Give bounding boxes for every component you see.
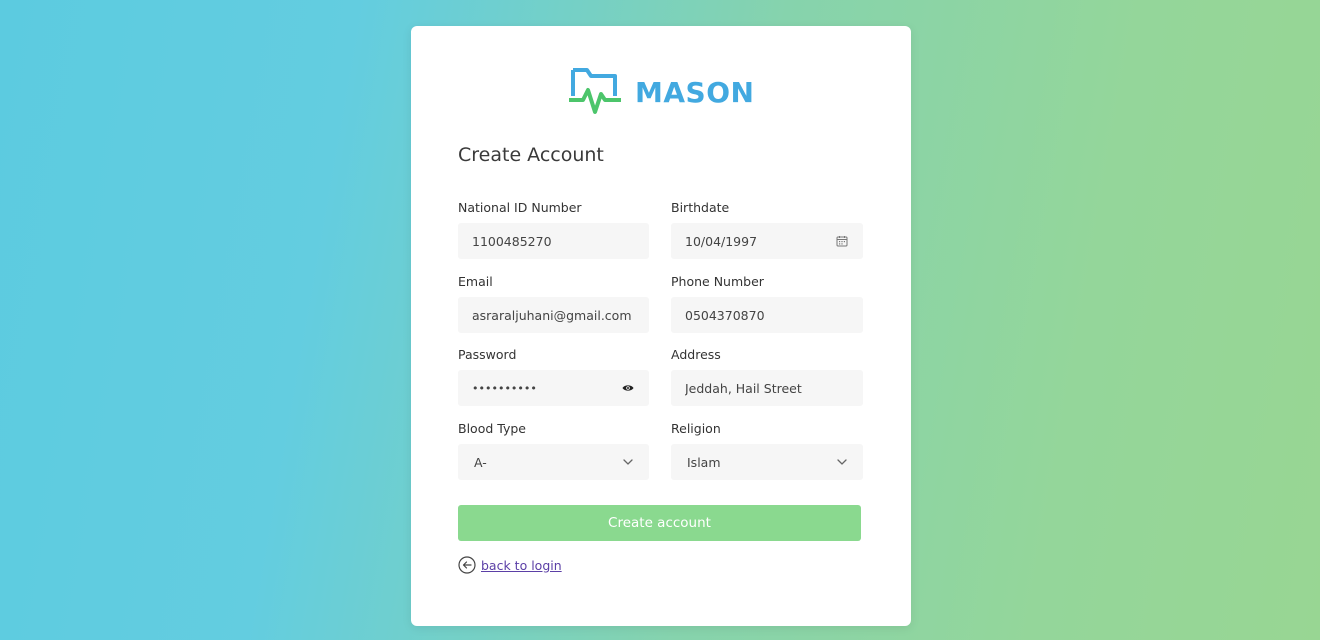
password-value: ••••••••••: [472, 381, 537, 395]
blood-type-field-group: Blood Type A-: [458, 420, 649, 480]
address-value: Jeddah, Hail Street: [685, 380, 802, 396]
national-id-field-group: National ID Number 1100485270: [458, 199, 649, 259]
birthdate-value: 10/04/1997: [685, 233, 758, 249]
brand-name: MASON: [635, 75, 755, 109]
phone-input[interactable]: 0504370870: [671, 297, 863, 333]
back-to-login: back to login: [458, 556, 562, 574]
email-field-group: Email asraraljuhani@gmail.com: [458, 273, 649, 333]
religion-field-group: Religion Islam: [671, 420, 863, 480]
national-id-value: 1100485270: [472, 233, 552, 249]
religion-label: Religion: [671, 421, 721, 436]
address-label: Address: [671, 347, 721, 362]
chevron-down-icon: [835, 455, 849, 469]
arrow-left-circle-icon[interactable]: [458, 556, 476, 574]
phone-value: 0504370870: [685, 307, 765, 323]
create-account-button[interactable]: Create account: [458, 505, 861, 541]
birthdate-input[interactable]: 10/04/1997: [671, 223, 863, 259]
phone-field-group: Phone Number 0504370870: [671, 273, 863, 333]
signup-card: MASON Create Account National ID Number …: [411, 26, 911, 626]
email-value: asraraljuhani@gmail.com: [472, 307, 632, 323]
chevron-down-icon: [621, 455, 635, 469]
religion-value: Islam: [687, 454, 721, 470]
calendar-icon[interactable]: [835, 234, 849, 248]
address-field-group: Address Jeddah, Hail Street: [671, 346, 863, 406]
email-field[interactable]: asraraljuhani@gmail.com: [458, 297, 649, 333]
page-title: Create Account: [458, 144, 604, 166]
national-id-input[interactable]: 1100485270: [458, 223, 649, 259]
password-input[interactable]: ••••••••••: [458, 370, 649, 406]
mason-logo-icon: [569, 68, 621, 114]
religion-select[interactable]: Islam: [671, 444, 863, 480]
birthdate-label: Birthdate: [671, 200, 730, 215]
national-id-label: National ID Number: [458, 200, 582, 215]
password-field-group: Password ••••••••••: [458, 346, 649, 406]
blood-type-select[interactable]: A-: [458, 444, 649, 480]
email-label: Email: [458, 274, 493, 289]
blood-type-label: Blood Type: [458, 421, 526, 436]
blood-type-value: A-: [474, 454, 487, 470]
phone-label: Phone Number: [671, 274, 764, 289]
brand-logo: MASON: [569, 66, 754, 118]
password-label: Password: [458, 347, 517, 362]
back-to-login-link[interactable]: back to login: [481, 558, 562, 573]
eye-icon[interactable]: [621, 381, 635, 395]
birthdate-field-group: Birthdate 10/04/1997: [671, 199, 863, 259]
address-input[interactable]: Jeddah, Hail Street: [671, 370, 863, 406]
